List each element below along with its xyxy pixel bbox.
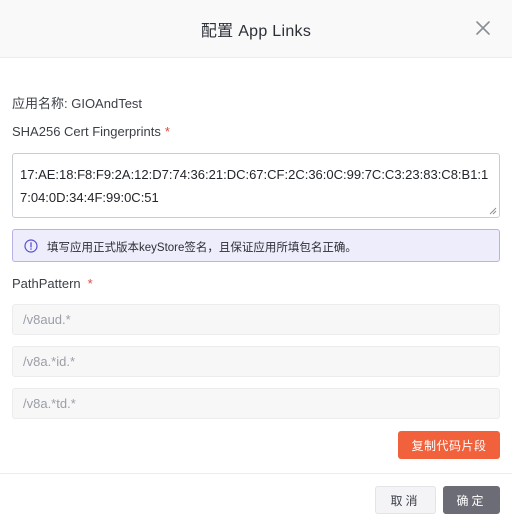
close-icon[interactable]	[474, 19, 492, 37]
dialog-title: 配置 App Links	[200, 23, 312, 40]
path-pattern-label: PathPattern *	[12, 276, 93, 291]
app-links-dialog: 配置 App Links 应用名称: GIOAndTest SHA256 Cer…	[0, 0, 512, 528]
path-pattern-input-2[interactable]	[12, 346, 500, 377]
dialog-header: 配置 App Links	[0, 0, 512, 58]
path-pattern-label-text: PathPattern	[12, 276, 81, 291]
info-text: 填写应用正式版本keyStore签名，且保证应用所填包名正确。	[47, 242, 357, 254]
confirm-button[interactable]: 确定	[443, 486, 500, 514]
fingerprint-label-text: SHA256 Cert Fingerprints	[12, 124, 161, 139]
required-mark: *	[87, 276, 93, 291]
cancel-button[interactable]: 取消	[375, 486, 436, 514]
dialog-footer: 取消 确定	[0, 473, 512, 528]
copy-snippet-button[interactable]: 复制代码片段	[398, 431, 500, 459]
fingerprint-value: 17:AE:18:F8:F9:2A:12:D7:74:36:21:DC:67:C…	[20, 167, 489, 205]
info-circle-icon	[24, 239, 38, 253]
app-name-text: 应用名称: GIOAndTest	[12, 96, 143, 111]
info-alert: 填写应用正式版本keyStore签名，且保证应用所填包名正确。	[12, 229, 500, 262]
path-pattern-input-3[interactable]	[12, 388, 500, 419]
resize-handle-icon[interactable]	[489, 207, 497, 215]
path-pattern-input-1[interactable]	[12, 304, 500, 335]
fingerprint-label: SHA256 Cert Fingerprints *	[12, 124, 170, 139]
fingerprint-textarea[interactable]: 17:AE:18:F8:F9:2A:12:D7:74:36:21:DC:67:C…	[12, 153, 500, 218]
required-mark: *	[164, 124, 170, 139]
